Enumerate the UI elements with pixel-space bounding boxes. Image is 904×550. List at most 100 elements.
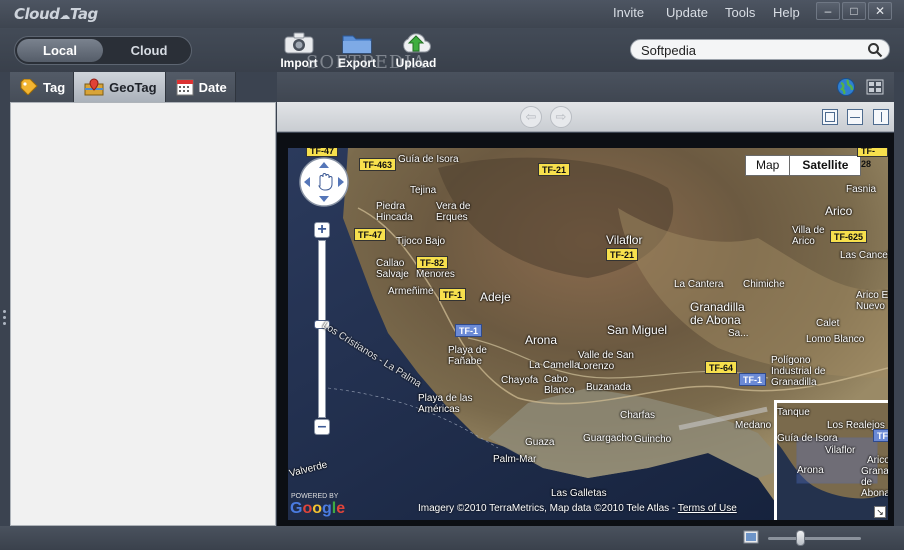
place-label: Armeñime <box>388 286 434 297</box>
thumbnail-zoom-thumb[interactable] <box>795 530 805 546</box>
menu-help[interactable]: Help <box>773 5 800 20</box>
import-button[interactable]: Import <box>271 30 327 70</box>
place-label: Sa... <box>728 328 749 339</box>
map-attribution: Imagery ©2010 TerraMetrics, Map data ©20… <box>418 503 737 514</box>
import-label: Import <box>280 56 318 70</box>
satellite-map[interactable]: Map Satellite + – TF-47 TF-463 TF-21 TF-… <box>288 148 888 520</box>
source-toggle: Local Cloud <box>14 36 192 65</box>
pan-control-icon[interactable] <box>298 156 350 208</box>
back-arrow-icon[interactable]: ⇦ <box>520 106 542 128</box>
overview-map[interactable]: Tanque Los Realejos Guía de Isora Vilafl… <box>774 400 888 520</box>
powered-by-label: POWERED BY <box>291 493 339 500</box>
single-view-icon[interactable] <box>822 109 838 125</box>
calendar-icon <box>176 79 194 96</box>
globe-icon[interactable] <box>836 77 856 97</box>
terms-of-use-link[interactable]: Terms of Use <box>678 503 737 514</box>
place-label: Lomo Blanco <box>806 334 865 345</box>
overview-place-label: Tanque <box>777 407 810 418</box>
map-type-map[interactable]: Map <box>746 156 789 175</box>
panel-resize-handle[interactable] <box>3 310 7 328</box>
horizontal-split-icon[interactable] <box>847 109 863 125</box>
road-label: TF-47 <box>354 228 387 241</box>
vertical-split-icon[interactable] <box>873 109 889 125</box>
road-label: TF-1 <box>455 324 482 337</box>
overview-place-label: Guía de Isora <box>777 433 838 444</box>
tab-tag-label: Tag <box>43 79 66 95</box>
road-label: TF-1 <box>739 373 766 386</box>
place-label: Chimiche <box>743 279 785 290</box>
left-tab-bar: Tag GeoTag Date <box>10 72 276 102</box>
geotag-list-panel <box>10 102 276 526</box>
tag-icon <box>20 79 38 95</box>
local-button[interactable]: Local <box>17 39 103 62</box>
road-label: TF-47 <box>306 148 339 157</box>
place-label: Chayofa <box>501 375 539 386</box>
place-label: Playa de las Américas <box>418 393 473 415</box>
place-label: Buzanada <box>586 382 632 393</box>
place-label: La Camella <box>529 360 580 371</box>
upload-label: Upload <box>395 56 437 70</box>
export-label: Export <box>337 56 376 70</box>
place-label: Medano <box>735 420 772 431</box>
folder-icon <box>329 30 385 54</box>
place-label: Guincho <box>634 434 672 445</box>
place-label: Vera de Erques <box>436 201 471 223</box>
road-label: TF-64 <box>705 361 738 374</box>
overview-toggle-icon[interactable]: ↘ <box>874 506 886 518</box>
road-label: TF-21 <box>538 163 571 176</box>
place-label: Guargacho <box>583 433 633 444</box>
tab-tag[interactable]: Tag <box>10 72 75 102</box>
overview-place-label: Arico <box>867 455 888 466</box>
tab-geotag[interactable]: GeoTag <box>74 72 166 102</box>
place-label: Playa de Fañabe <box>448 345 487 367</box>
place-label: Piedra Hincada <box>376 201 413 223</box>
export-button[interactable]: Export <box>329 30 385 70</box>
place-label: Granadilla de Abona <box>690 300 745 327</box>
menu-update[interactable]: Update <box>666 5 708 20</box>
place-label: Menores <box>416 269 455 280</box>
status-bar <box>0 526 904 550</box>
maximize-button[interactable]: □ <box>842 2 866 20</box>
tab-date[interactable]: Date <box>165 72 236 102</box>
road-label: TF-625 <box>830 230 868 243</box>
place-label: Guía de Isora <box>398 154 459 165</box>
geotag-icon <box>84 78 104 96</box>
place-label: Valle de San Lorenzo <box>578 350 634 372</box>
road-label: TF-463 <box>359 158 397 171</box>
zoom-out-button[interactable]: – <box>314 419 330 435</box>
minimize-button[interactable]: – <box>816 2 840 20</box>
place-label: Adeje <box>480 290 511 304</box>
forward-arrow-icon[interactable]: ⇨ <box>550 106 572 128</box>
upload-button[interactable]: Upload <box>388 30 444 70</box>
place-label: Polígono Industrial de Granadilla <box>771 355 826 388</box>
tab-date-label: Date <box>198 79 227 95</box>
road-label: TF-1 <box>439 288 466 301</box>
map-type-satellite[interactable]: Satellite <box>789 156 860 175</box>
place-label: Las Galletas <box>551 488 607 499</box>
place-label: Arona <box>525 333 558 347</box>
overview-place-label: Granadilla de Abona <box>861 466 888 499</box>
road-label: TF-28 <box>857 148 888 169</box>
place-label: Guaza <box>525 437 555 448</box>
cloud-upload-icon <box>388 30 444 54</box>
grid-icon[interactable] <box>865 77 885 97</box>
search-input[interactable] <box>641 42 861 58</box>
overview-road-label: TF- <box>873 429 888 442</box>
zoom-in-button[interactable]: + <box>314 222 330 238</box>
menu-invite[interactable]: Invite <box>613 5 644 20</box>
overview-place-label: Vilaflor <box>825 445 856 456</box>
place-label: Fasnia <box>846 184 877 195</box>
place-label: Cabo Blanco <box>544 374 575 396</box>
cloud-button[interactable]: Cloud <box>107 39 191 62</box>
close-button[interactable]: ✕ <box>868 2 892 20</box>
place-label: Calet <box>816 318 840 329</box>
search-icon[interactable] <box>867 42 883 58</box>
thumbnail-zoom-track[interactable] <box>768 537 861 540</box>
overview-place-label: Arona <box>797 465 824 476</box>
place-label: Tejina <box>410 185 437 196</box>
search-box <box>630 39 890 60</box>
map-frame: Map Satellite + – TF-47 TF-463 TF-21 TF-… <box>277 133 894 526</box>
menu-tools[interactable]: Tools <box>725 5 755 20</box>
place-label: Vilaflor <box>606 233 643 247</box>
app-logo: Cloud☁Tag <box>14 5 98 23</box>
